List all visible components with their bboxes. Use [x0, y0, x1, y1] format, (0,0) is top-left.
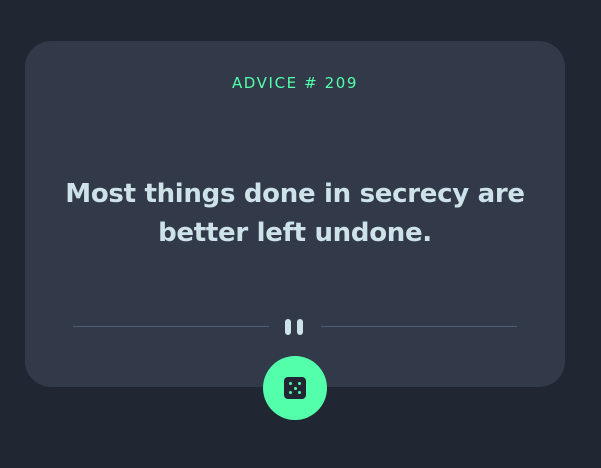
divider-line-right — [321, 326, 517, 327]
divider-line-left — [73, 326, 269, 327]
pause-bar-left — [285, 319, 291, 335]
advice-card: ADVICE # 209 Most things done in secrecy… — [25, 41, 565, 387]
dice-icon — [284, 377, 306, 399]
advice-id-label: ADVICE # 209 — [231, 74, 359, 92]
pause-icon — [283, 319, 307, 335]
generate-advice-button[interactable] — [263, 356, 327, 420]
advice-quote: Most things done in secrecy are better l… — [65, 179, 525, 248]
pattern-divider — [73, 316, 517, 338]
pause-bar-right — [297, 319, 303, 335]
